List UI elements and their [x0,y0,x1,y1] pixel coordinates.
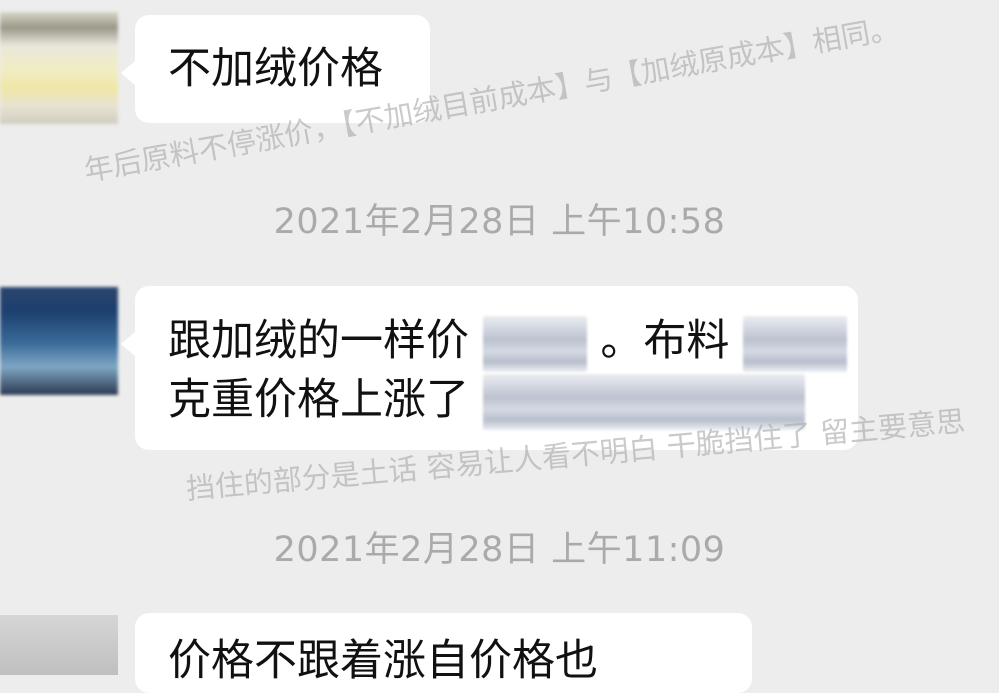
message-text: 不加绒价格 [168,44,383,94]
message-text: 。布料 [600,316,730,366]
message-text: 跟加绒的一样价 [168,316,469,366]
avatar[interactable] [0,615,118,675]
redacted-block [482,315,587,372]
timestamp: 2021年2月28日 上午10:58 [273,202,726,242]
avatar[interactable] [0,12,118,124]
timestamp: 2021年2月28日 上午11:09 [273,530,726,570]
redacted-block [743,315,848,372]
message-text: 克重价格上涨了 [168,374,469,425]
message-line: 跟加绒的一样价 。布料 [168,313,858,372]
message-bubble[interactable]: 价格不跟着涨自价格也 [135,613,752,693]
avatar[interactable] [0,287,118,395]
message-text: 价格不跟着涨自价格也 [168,636,598,686]
